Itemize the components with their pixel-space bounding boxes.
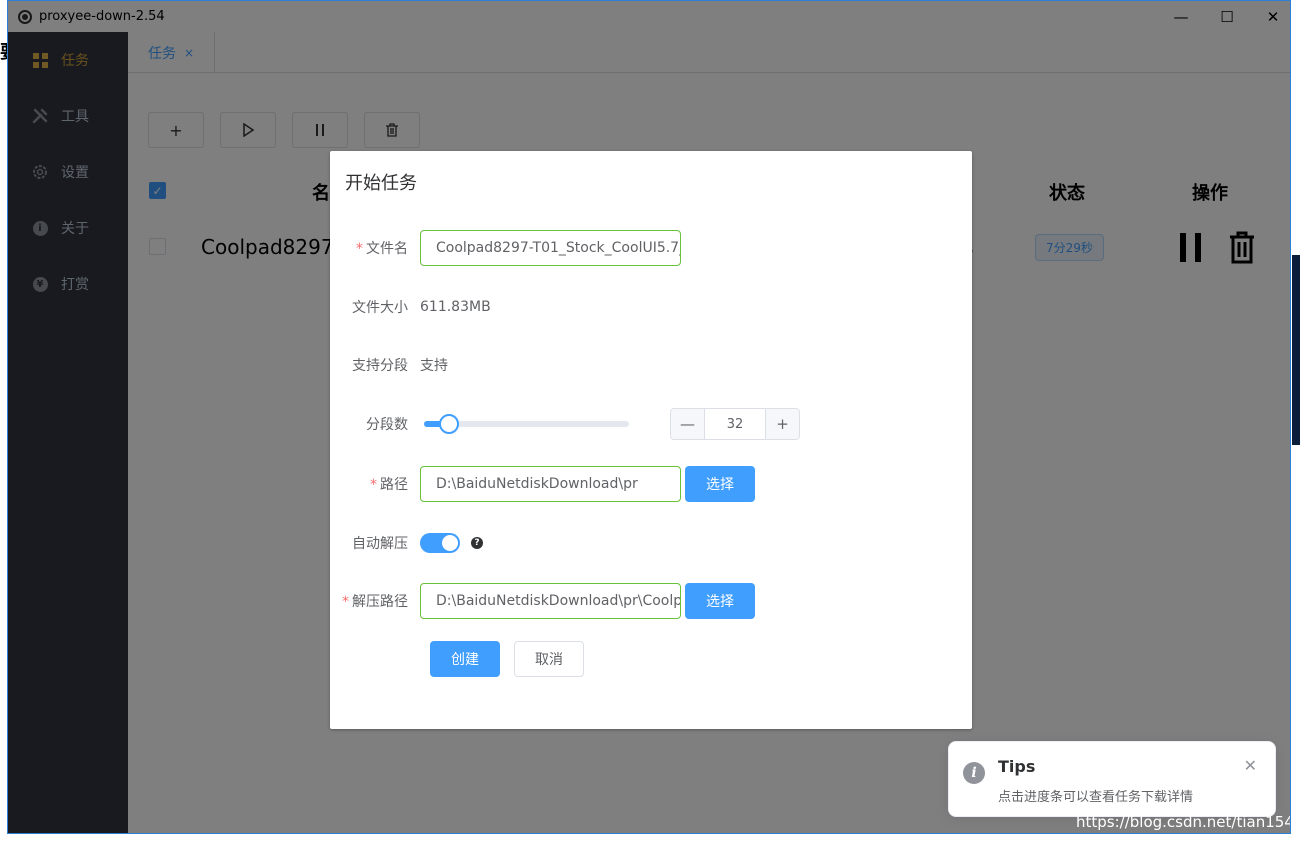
filename-label: 文件名 <box>366 241 408 257</box>
segment-support-label: 支持分段 <box>352 358 408 374</box>
path-input[interactable]: D:\BaiduNetdiskDownload\pr <box>420 466 681 502</box>
segments-slider[interactable] <box>424 414 629 434</box>
help-icon[interactable]: ? <box>471 537 483 549</box>
file-size-value: 611.83MB <box>420 299 491 315</box>
auto-unzip-toggle[interactable] <box>420 533 460 553</box>
dialog-title: 开始任务 <box>345 173 417 194</box>
required-mark: * <box>342 594 349 610</box>
auto-unzip-label: 自动解压 <box>352 536 408 552</box>
watermark: https://blog.csdn.net/tian154731 <box>1076 813 1290 831</box>
info-icon: i <box>963 762 985 784</box>
slider-handle[interactable] <box>438 414 459 434</box>
path-label: 路径 <box>380 477 408 493</box>
required-mark: * <box>370 477 377 493</box>
create-button[interactable]: 创建 <box>430 641 500 677</box>
background-window-fragment <box>1292 255 1300 445</box>
segments-input[interactable]: 32 <box>704 409 766 439</box>
file-size-label: 文件大小 <box>352 300 408 316</box>
decrease-button[interactable]: — <box>671 409 704 439</box>
cancel-button[interactable]: 取消 <box>514 641 584 677</box>
segments-stepper: — 32 + <box>670 408 800 440</box>
segment-support-value: 支持 <box>420 358 448 374</box>
app-window: proxyee-down-2.54 — ☐ ✕ 任务 工具 设置 i 关于 ¥ … <box>7 0 1291 834</box>
notification-close-icon[interactable]: ✕ <box>1244 756 1257 775</box>
filename-input[interactable]: Coolpad8297-T01_Stock_CoolUI5.7_( <box>420 230 681 266</box>
unzip-path-input[interactable]: D:\BaiduNetdiskDownload\pr\Coolpac <box>420 583 681 619</box>
notification-message: 点击进度条可以查看任务下载详情 <box>998 790 1194 805</box>
required-mark: * <box>356 241 363 257</box>
unzip-path-label: 解压路径 <box>352 594 408 610</box>
start-task-dialog: 开始任务 * 文件名 Coolpad8297-T01_Stock_CoolUI5.… <box>330 151 972 729</box>
segments-label: 分段数 <box>366 417 408 433</box>
background-window-fragment: 要 <box>0 38 7 98</box>
choose-unzip-path-button[interactable]: 选择 <box>685 583 755 619</box>
choose-path-button[interactable]: 选择 <box>685 466 755 502</box>
tips-notification: i Tips 点击进度条可以查看任务下载详情 ✕ <box>948 741 1276 817</box>
notification-title: Tips <box>998 757 1036 776</box>
increase-button[interactable]: + <box>766 409 799 439</box>
